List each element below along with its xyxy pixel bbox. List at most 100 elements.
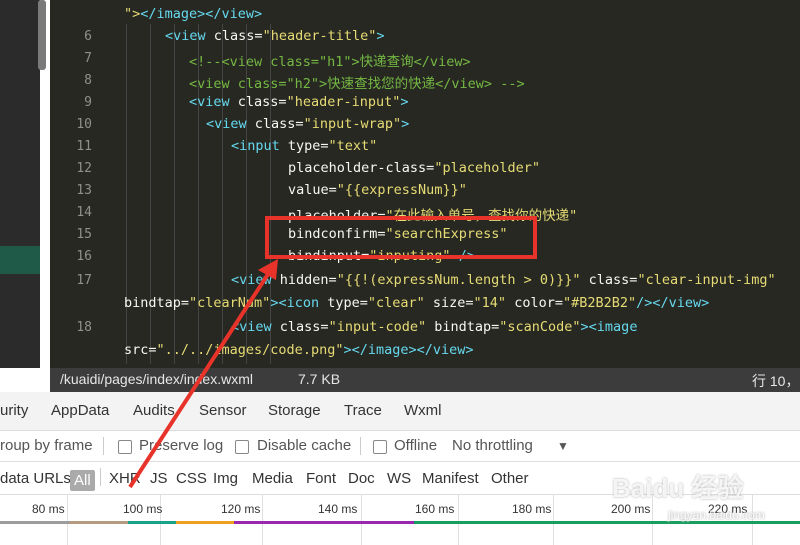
- filter-other[interactable]: Other: [491, 470, 529, 487]
- network-options: roup by frame Preserve log Disable cache…: [0, 431, 800, 462]
- filter-xhr[interactable]: XHR: [109, 470, 141, 487]
- filter-img[interactable]: Img: [213, 470, 238, 487]
- filter-data-urls[interactable]: data URLs: [0, 470, 71, 487]
- indent-guide: [174, 24, 175, 364]
- timeline-bar: [128, 521, 176, 524]
- left-panel-selected-row[interactable]: [0, 246, 40, 274]
- code-line: <input type="text": [231, 138, 377, 154]
- code-token: </image></view>: [140, 6, 263, 22]
- line-number: 15: [76, 227, 92, 242]
- tab-wxml[interactable]: Wxml: [404, 402, 442, 419]
- code-token: class=: [580, 272, 638, 288]
- timeline-bar: [0, 521, 70, 524]
- disable-cache-checkbox[interactable]: [235, 440, 249, 454]
- timeline-bar: [70, 521, 128, 524]
- line-number: 11: [76, 139, 92, 154]
- code-token: <view: [206, 116, 255, 132]
- line-number: 10: [76, 117, 92, 132]
- code-token: "clear": [367, 295, 425, 311]
- scrollbar-thumb[interactable]: [38, 0, 46, 70]
- code-token: <view: [165, 28, 214, 44]
- code-line: src="../../images/code.png"></image></vi…: [124, 342, 474, 358]
- code-line: bindtap="clearNum"><icon type="clear" si…: [124, 295, 709, 311]
- filter-doc[interactable]: Doc: [348, 470, 375, 487]
- line-number: 13: [76, 183, 92, 198]
- tick-label: 80 ms: [32, 502, 65, 516]
- tab-appdata[interactable]: AppData: [51, 402, 109, 419]
- filter-js[interactable]: JS: [150, 470, 168, 487]
- file-size: 7.7 KB: [298, 371, 341, 387]
- filter-css[interactable]: CSS: [176, 470, 207, 487]
- code-token: "header-input": [286, 94, 401, 110]
- code-token: "clear-input-img": [637, 272, 776, 288]
- code-token: <view: [189, 94, 238, 110]
- code-token: "input-wrap": [303, 116, 402, 132]
- line-number: 14: [76, 205, 92, 220]
- code-token: <!--<view class="h1">快递查询</view>: [189, 54, 471, 70]
- line-number: 7: [84, 51, 92, 66]
- code-token: >: [401, 116, 410, 132]
- preserve-log-checkbox[interactable]: [118, 440, 132, 454]
- divider: [103, 437, 104, 455]
- code-line: <view class="h2">快速查找您的快递</view> -->: [189, 72, 525, 92]
- code-token: >: [376, 28, 385, 44]
- code-token: placeholder-class=: [288, 160, 435, 176]
- timeline-bar: [176, 521, 234, 524]
- devtools-tabs: urity AppData Audits Sensor Storage Trac…: [0, 392, 800, 431]
- code-token: <view: [231, 272, 280, 288]
- code-token: ><image: [580, 319, 638, 335]
- editor-status-bar: /kuaidi/pages/index/index.wxml 7.7 KB 行 …: [50, 368, 800, 392]
- code-token: src=: [124, 342, 157, 358]
- code-token: "input-code": [328, 319, 427, 335]
- line-number: 9: [84, 95, 92, 110]
- highlight-box: [265, 216, 537, 259]
- tick-line: [458, 495, 459, 545]
- tab-sensor[interactable]: Sensor: [199, 402, 247, 419]
- line-number: 12: [76, 161, 92, 176]
- code-token: "placeholder": [434, 160, 540, 176]
- disable-cache-label[interactable]: Disable cache: [257, 437, 351, 454]
- line-number: 16: [76, 249, 92, 264]
- tick-line: [262, 495, 263, 545]
- divider: [360, 437, 361, 455]
- filter-font[interactable]: Font: [306, 470, 336, 487]
- indent-guide: [150, 24, 151, 364]
- code-token: "14": [473, 295, 507, 311]
- code-token: <view class="h2">快速查找您的快递</view> -->: [189, 76, 525, 92]
- code-line: "></image></view>: [124, 6, 262, 22]
- code-editor[interactable]: "></image></view> 6 <view class="header-ti…: [50, 0, 800, 368]
- code-token: "header-title": [262, 28, 377, 44]
- code-token: "scanCode": [499, 319, 581, 335]
- code-line: <!--<view class="h1">快递查询</view>: [189, 50, 471, 70]
- tab-trace[interactable]: Trace: [344, 402, 382, 419]
- tab-audits[interactable]: Audits: [133, 402, 175, 419]
- chevron-down-icon[interactable]: ▼: [557, 439, 569, 453]
- tab-security[interactable]: urity: [0, 402, 28, 419]
- code-token: class=: [213, 28, 263, 44]
- code-token: type=: [327, 295, 368, 311]
- filter-media[interactable]: Media: [252, 470, 293, 487]
- code-token: "{{expressNum}}": [336, 182, 467, 198]
- code-line: placeholder-class="placeholder": [288, 160, 540, 176]
- code-token: hidden=: [279, 272, 337, 288]
- filter-all[interactable]: All: [70, 470, 95, 491]
- line-number: 17: [76, 273, 92, 288]
- tab-storage[interactable]: Storage: [268, 402, 321, 419]
- code-token: ">: [124, 6, 141, 22]
- code-line: <view class="input-code" bindtap="scanCo…: [231, 319, 637, 335]
- code-token: class=: [237, 94, 287, 110]
- group-by-frame-label[interactable]: roup by frame: [0, 437, 93, 454]
- offline-checkbox[interactable]: [373, 440, 387, 454]
- tick-line: [67, 495, 68, 545]
- preserve-log-label[interactable]: Preserve log: [139, 437, 223, 454]
- filter-manifest[interactable]: Manifest: [422, 470, 479, 487]
- code-token: "../../images/code.png": [156, 342, 344, 358]
- code-token: <input: [231, 138, 288, 154]
- offline-label[interactable]: Offline: [394, 437, 437, 454]
- code-token: >: [400, 94, 409, 110]
- throttling-select[interactable]: No throttling: [452, 437, 533, 454]
- filter-ws[interactable]: WS: [387, 470, 411, 487]
- code-line: value="{{expressNum}}": [288, 182, 467, 198]
- left-panel: [0, 0, 40, 368]
- code-token: size=: [424, 295, 474, 311]
